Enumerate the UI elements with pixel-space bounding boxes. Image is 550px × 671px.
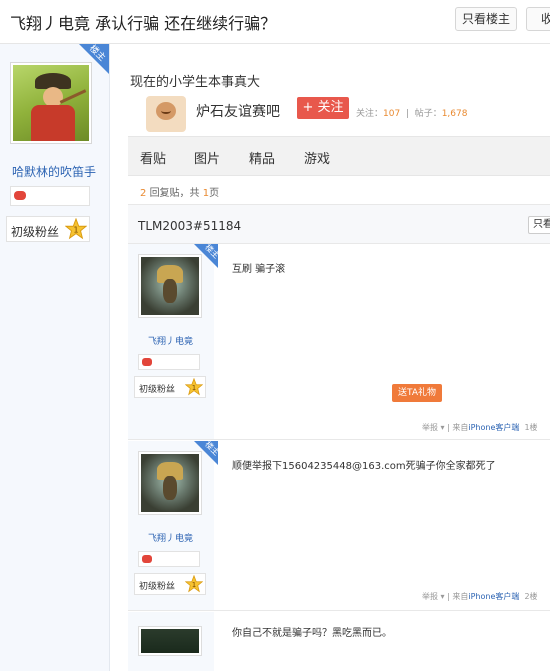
forum-avatar (146, 96, 186, 132)
author-sidebar: 楼主 哈默林的吹笛手 初级粉丝 1 (0, 44, 110, 671)
tab-featured: 精品 (249, 152, 276, 167)
post-author (128, 612, 214, 671)
author-badge[interactable] (10, 186, 90, 206)
gamepad-icon (142, 555, 152, 563)
post-username: 飞翔丿电竟 (148, 337, 194, 347)
post-author: 飞翔丿电竟 初级粉丝 1 (128, 441, 214, 610)
post-content: 现在的小学生本事真大 (130, 75, 261, 90)
forum-stats: 关注：107 | 帖子：1,678 (356, 109, 468, 119)
star-level-icon: 1 (185, 378, 203, 396)
thread-header: 飞翔丿电竟 承认行骗 还在继续行骗？ 只看楼主 收 (0, 0, 550, 44)
post-footer: 举报 ▾ | 来自iPhone客户端 1楼 (422, 423, 538, 432)
only-op-inner-button: 只看 (528, 216, 550, 234)
avatar (138, 451, 202, 515)
post-badge (138, 354, 200, 370)
avatar-image (13, 65, 89, 141)
gift-button: 送TA礼物 (392, 384, 442, 402)
forum-name: 炉石友谊赛吧 (196, 104, 280, 120)
post-username: 飞翔丿电竟 (148, 534, 194, 544)
post-footer: 举报 ▾ | 来自iPhone客户端 2楼 (422, 592, 538, 601)
reply-button[interactable]: 收 (526, 7, 550, 31)
follow-button: + 关注 (297, 97, 349, 119)
forum-tabs: 看贴 图片 精品 游戏 (128, 136, 550, 176)
tab-images: 图片 (194, 152, 221, 167)
author-level[interactable]: 初级粉丝 1 (6, 216, 90, 242)
post-body: 顺便举报下15604235448@163.com死骗子你全家都死了 (232, 461, 496, 472)
only-op-button[interactable]: 只看楼主 (455, 7, 517, 31)
star-level-icon: 1 (65, 218, 87, 240)
post-author: 飞翔丿电竟 初级粉丝 1 (128, 244, 214, 439)
gamepad-icon (14, 191, 26, 200)
post-body: 你自己不就是骗子吗？黑吃黑而已。 (232, 628, 392, 639)
avatar[interactable] (10, 62, 92, 144)
post-body: 互刷 骗子滚 (232, 264, 286, 275)
tab-games: 游戏 (304, 152, 331, 167)
reply-count: 2 回复贴，共 1页 (140, 188, 220, 199)
svg-text:1: 1 (73, 225, 78, 235)
author-username[interactable]: 哈默林的吹笛手 (12, 163, 96, 180)
avatar (138, 626, 202, 656)
embedded-screenshot: 炉石友谊赛吧 + 关注 关注：107 | 帖子：1,678 看贴 图片 精品 游… (128, 94, 550, 671)
post-level: 初级粉丝 1 (134, 376, 206, 398)
star-level-icon: 1 (185, 575, 203, 593)
list-item: 飞翔丿电竟 初级粉丝 1 楼主 互刷 骗子滚 送TA礼物 举报 ▾ | 来自iP… (128, 243, 550, 440)
thread-title: TLM2003#51184 (138, 219, 242, 233)
thread-title-bar: TLM2003#51184 只看 (128, 204, 550, 244)
svg-text:1: 1 (192, 581, 196, 589)
svg-text:1: 1 (192, 384, 196, 392)
post-level: 初级粉丝 1 (134, 573, 206, 595)
list-item: 你自己不就是骗子吗？黑吃黑而已。 (128, 612, 550, 671)
avatar (138, 254, 202, 318)
level-label: 初级粉丝 (11, 225, 60, 239)
page-title: 飞翔丿电竟 承认行骗 还在继续行骗？ (10, 14, 277, 33)
gamepad-icon (142, 358, 152, 366)
post-badge (138, 551, 200, 567)
list-item: 飞翔丿电竟 初级粉丝 1 楼主 顺便举报下15604235448@163.com… (128, 440, 550, 611)
forum-header: 炉石友谊赛吧 + 关注 关注：107 | 帖子：1,678 (128, 94, 550, 136)
tab-posts: 看贴 (140, 152, 167, 167)
